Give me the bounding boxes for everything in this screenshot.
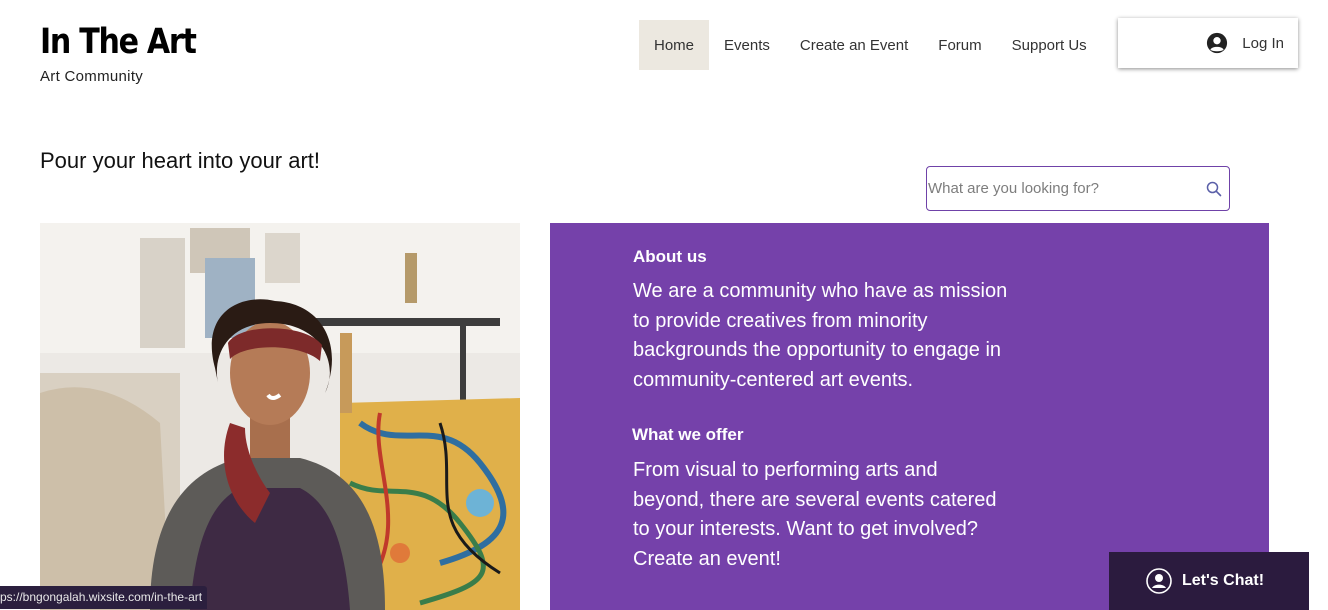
brand-title[interactable]: In The Art [40, 22, 197, 62]
chat-button[interactable]: Let's Chat! [1109, 552, 1309, 610]
search-input[interactable] [927, 180, 1198, 197]
user-avatar-icon [1207, 32, 1228, 54]
artist-photo-illustration [40, 223, 520, 610]
chat-user-icon [1146, 568, 1172, 594]
brand-subtitle: Art Community [40, 68, 144, 85]
offer-text: From visual to performing arts and beyon… [633, 459, 997, 570]
offer-heading: What we offer [632, 425, 744, 444]
tagline: Pour your heart into your art! [40, 148, 321, 173]
login-button[interactable]: Log In [1118, 18, 1298, 68]
search-icon[interactable] [1206, 181, 1222, 197]
nav-item-create-event[interactable]: Create an Event [785, 20, 923, 70]
nav-item-support-us[interactable]: Support Us [997, 20, 1102, 70]
about-text: We are a community who have as mission t… [633, 280, 1008, 391]
search-box [926, 166, 1230, 211]
about-heading: About us [633, 247, 707, 266]
chat-label: Let's Chat! [1182, 572, 1265, 589]
main-nav: Home Events Create an Event Forum Suppor… [639, 20, 1102, 70]
nav-item-forum[interactable]: Forum [923, 20, 996, 70]
nav-item-home[interactable]: Home [639, 20, 710, 70]
artist-photo [40, 223, 520, 610]
nav-item-events[interactable]: Events [709, 20, 785, 70]
login-label: Log In [1242, 34, 1284, 52]
status-bar-url: ps://bngongalah.wixsite.com/in-the-art [0, 586, 208, 609]
